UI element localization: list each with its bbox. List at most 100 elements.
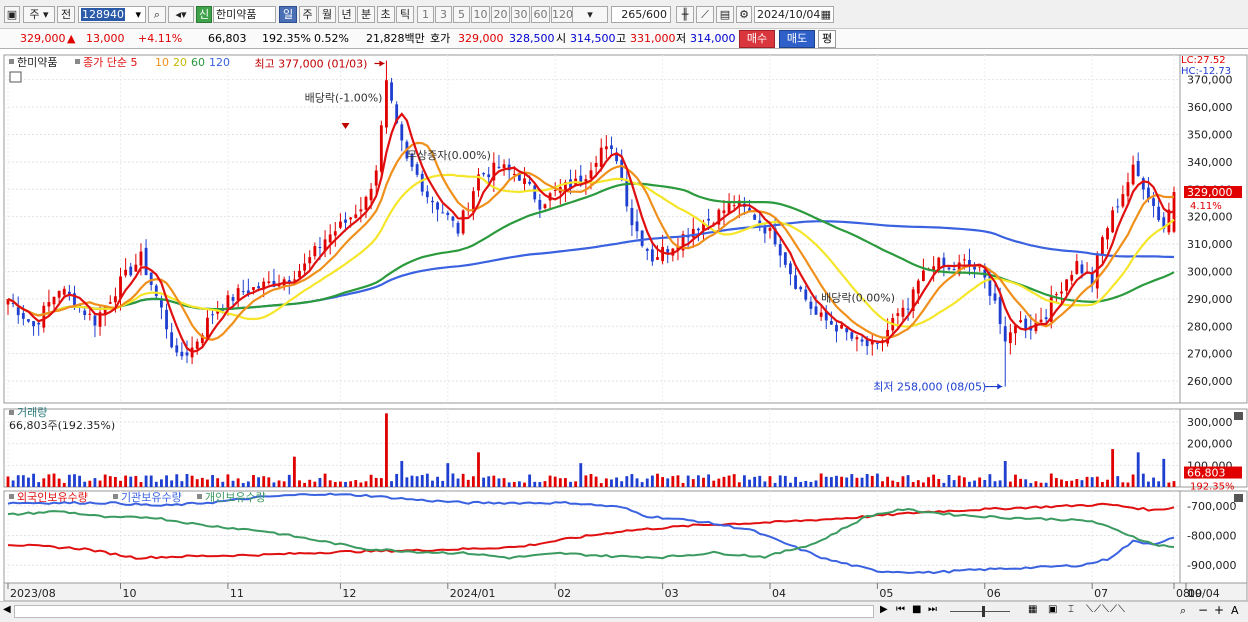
rewind-icon[interactable]: ⏮: [896, 604, 905, 615]
volume-bar: [395, 473, 399, 487]
volume-bar: [482, 477, 486, 487]
prev-button[interactable]: 전: [57, 6, 75, 23]
interval-tab-20[interactable]: 20: [491, 6, 510, 23]
draw-tool-icon[interactable]: ⟋: [696, 6, 714, 23]
scroll-left-icon[interactable]: ◀: [3, 604, 11, 615]
volume-bar: [390, 481, 393, 487]
period-tab-1[interactable]: 주: [298, 6, 317, 23]
sell-button[interactable]: 매도: [779, 30, 815, 48]
volume-bar: [328, 480, 332, 487]
volume-bar: [983, 479, 987, 487]
candle-body: [855, 337, 859, 340]
zoom-slider-track[interactable]: [950, 611, 1010, 612]
volume-bar: [1080, 480, 1084, 487]
candle-body: [901, 307, 905, 317]
period-tab-5[interactable]: 초: [376, 6, 395, 23]
interval-tab-60[interactable]: 60: [531, 6, 550, 23]
candle-body: [1106, 228, 1109, 240]
candle-body: [154, 285, 158, 297]
volume-bar: [599, 483, 603, 487]
candle-body: [108, 302, 112, 304]
candle-body: [241, 291, 245, 293]
volume-bar: [272, 482, 276, 487]
candle-body: [318, 247, 322, 249]
period-tab-3[interactable]: 년: [337, 6, 356, 23]
volume-bar: [1039, 482, 1043, 487]
candle-type-icon[interactable]: ╫: [676, 6, 694, 23]
count-field[interactable]: 265/600: [611, 6, 671, 23]
trade-amount: 21,828백만: [366, 32, 425, 45]
copy-icon[interactable]: ▣: [1048, 604, 1057, 615]
chart-scrollbar[interactable]: [14, 605, 874, 618]
candle-body: [436, 202, 439, 210]
interval-tab-30[interactable]: 30: [511, 6, 530, 23]
stock-chart[interactable]: 260,000 270,000 280,000 290,000 300,000 310,0…: [0, 49, 1248, 605]
market-select[interactable]: 주 ▾: [23, 6, 55, 23]
drawing-tools-icon[interactable]: ⟍⟋⟍⟋⟍: [1086, 604, 1126, 615]
evaluate-button[interactable]: 평: [818, 30, 836, 48]
high-annotation: 최고 377,000 (01/03): [254, 57, 367, 70]
volume-bar: [27, 477, 30, 487]
period-tab-0[interactable]: 일: [279, 6, 297, 23]
scroll-right-icon[interactable]: ▶: [880, 604, 888, 615]
speaker-icon[interactable]: ◂▾: [168, 6, 194, 23]
volume-bar: [451, 473, 455, 487]
forward-icon[interactable]: ⏭: [928, 604, 937, 615]
buy-button[interactable]: 매수: [739, 30, 775, 48]
tool-icon[interactable]: ⌶: [1068, 604, 1074, 615]
candle-body: [124, 269, 128, 276]
zoom-out-button[interactable]: −: [1198, 603, 1208, 617]
calendar-icon[interactable]: ▦: [821, 7, 831, 22]
candle-body: [482, 173, 486, 175]
candle-body: [538, 199, 542, 210]
volume-bar: [405, 477, 409, 487]
interval-tab-3[interactable]: 3: [435, 6, 452, 23]
volume-bar: [410, 475, 414, 487]
candle-body: [789, 263, 792, 275]
volume-bar: [824, 476, 828, 487]
zoom-search-icon[interactable]: ⌕: [1180, 604, 1186, 618]
volume-bar: [778, 475, 782, 487]
stop-icon[interactable]: ■: [912, 604, 921, 615]
save-icon[interactable]: ▤: [716, 6, 734, 23]
period-tab-2[interactable]: 월: [318, 6, 336, 23]
dividend-annotation-1: 배당락(-1.00%): [305, 92, 383, 105]
stock-code-input[interactable]: 128940 ▾: [78, 6, 146, 23]
window-icon[interactable]: ▣: [4, 6, 20, 23]
interval-dropdown[interactable]: ▾: [572, 6, 608, 23]
grid-icon[interactable]: ▦: [1028, 604, 1037, 615]
quote-info-bar: 329,000 ▲ 13,000 +4.11% 66,803 192.35% 0…: [0, 29, 1248, 49]
volume-bar: [1090, 477, 1094, 487]
stock-code-value: 128940: [81, 8, 125, 21]
interval-tab-5[interactable]: 5: [453, 6, 470, 23]
volume-bar: [175, 474, 179, 487]
volume-bar: [845, 477, 849, 487]
candle-body: [1121, 194, 1125, 207]
volume-bar: [323, 473, 327, 487]
panel-close-icon: [1234, 494, 1243, 502]
holdings-legend-2: 개인보유수량: [205, 491, 266, 504]
period-tab-4[interactable]: 분: [357, 6, 375, 23]
interval-tab-1[interactable]: 1: [417, 6, 434, 23]
volume-bar: [1065, 481, 1069, 487]
auto-scale-button[interactable]: A: [1231, 604, 1239, 617]
candle-body: [502, 164, 506, 169]
volume-bar: [589, 474, 593, 487]
zoom-in-button[interactable]: +: [1214, 603, 1224, 617]
period-tab-6[interactable]: 틱: [396, 6, 414, 23]
search-icon[interactable]: ⌕: [148, 6, 166, 23]
volume-bar: [1147, 481, 1150, 487]
volume-bar: [932, 474, 936, 487]
volume-bar: [180, 481, 184, 487]
stock-name-field[interactable]: 한미약품: [213, 6, 276, 23]
candle-body: [604, 146, 608, 150]
chart-canvas[interactable]: 260,000 270,000 280,000 290,000 300,000 310,0…: [0, 49, 1248, 605]
settings-gear-icon[interactable]: ⚙: [736, 6, 752, 23]
volume-bar: [420, 475, 424, 487]
interval-tab-10[interactable]: 10: [471, 6, 490, 23]
candle-body: [497, 166, 501, 168]
zoom-slider-thumb[interactable]: [982, 606, 985, 617]
interval-tab-120[interactable]: 120: [551, 6, 573, 23]
volume-badge-text: 66,803: [1187, 467, 1226, 480]
date-field[interactable]: 2024/10/04 ▦: [754, 6, 834, 23]
